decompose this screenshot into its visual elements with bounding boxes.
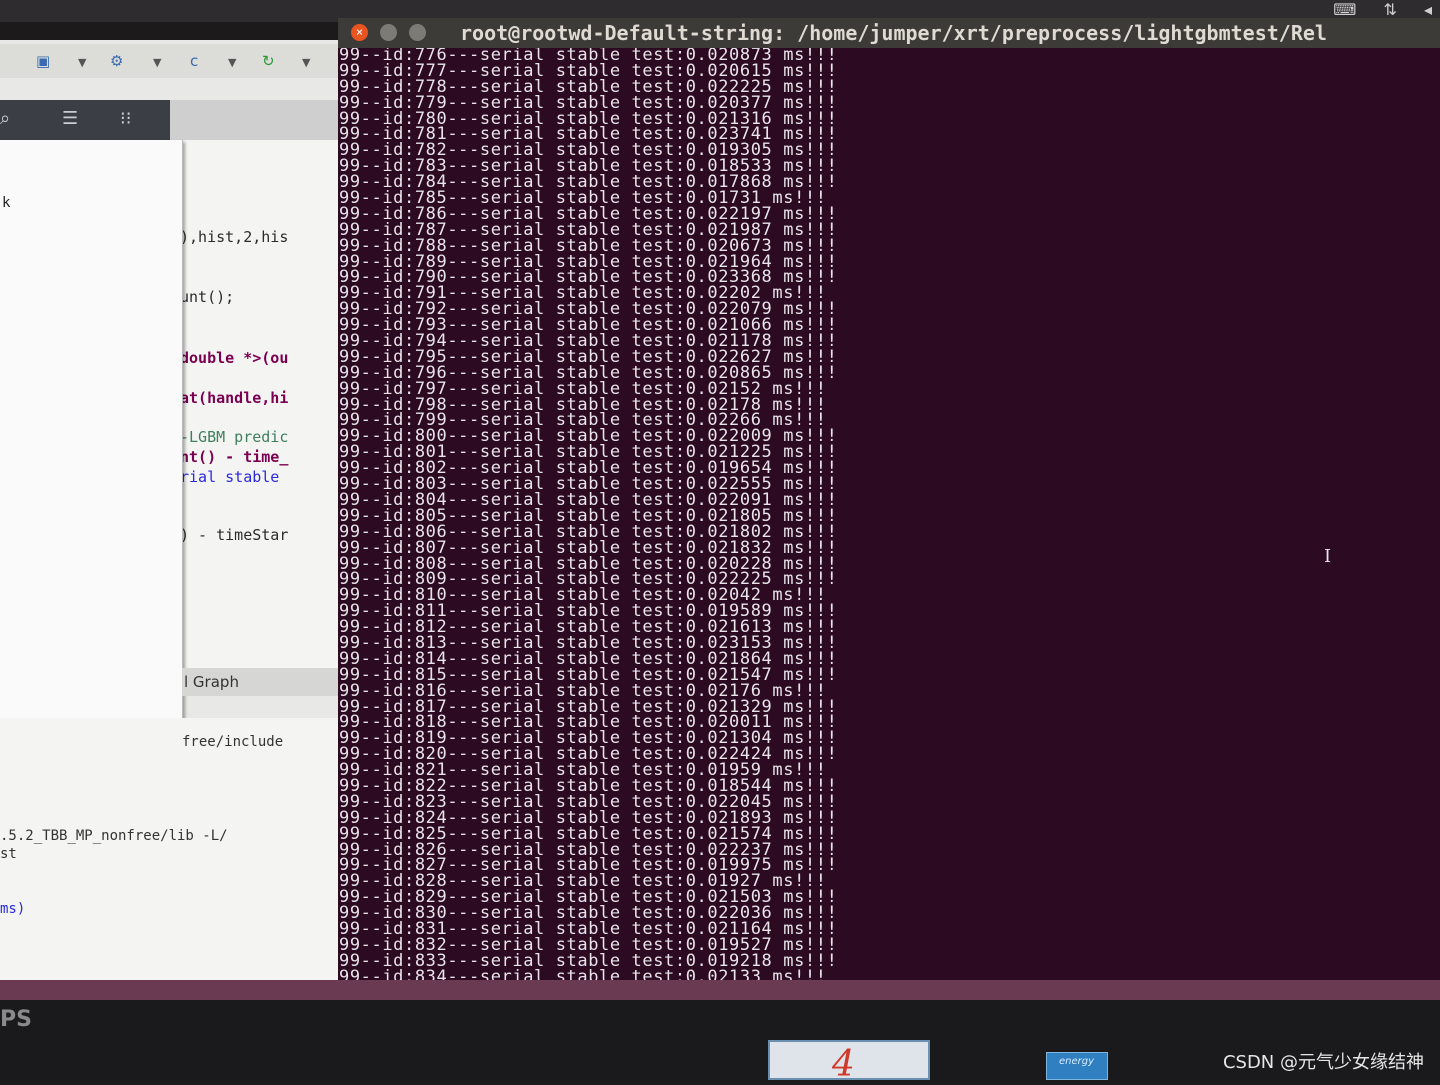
- close-button[interactable]: ×: [351, 24, 368, 41]
- popup-text: k: [2, 195, 11, 211]
- grid-icon[interactable]: ⁝⁝: [120, 108, 131, 129]
- code-line: ),hist,2,his: [180, 228, 289, 246]
- code-line: rial stable: [180, 468, 280, 486]
- code-line: double *>(ou: [180, 349, 289, 367]
- minimize-button[interactable]: [380, 24, 397, 41]
- terminal-window[interactable]: × root@rootwd-Default-string: /home/jump…: [338, 18, 1440, 986]
- keyboard-icon[interactable]: ⌨: [1333, 0, 1356, 19]
- code-line: nt() - time_: [180, 448, 289, 466]
- chevron-down-icon[interactable]: ▼: [78, 56, 86, 69]
- run-icon[interactable]: ↻: [262, 52, 275, 70]
- tab-call-graph[interactable]: l Graph: [182, 668, 345, 696]
- chevron-down-icon[interactable]: ▼: [228, 56, 236, 69]
- energy-star-logo: energy: [1046, 1052, 1108, 1080]
- build-icon[interactable]: ⚙: [110, 52, 123, 70]
- console-line: ms): [0, 901, 26, 917]
- terminal-title: root@rootwd-Default-string: /home/jumper…: [460, 21, 1327, 45]
- desktop-bottom-strip: [0, 980, 1440, 1000]
- code-line: at(handle,hi: [180, 389, 289, 407]
- sticker-number: 4: [832, 1044, 855, 1085]
- editor-tab-strip: [170, 100, 345, 140]
- code-line: -LGBM predic: [180, 428, 289, 446]
- console-line: st: [0, 846, 17, 862]
- search-icon[interactable]: ⌕: [0, 108, 10, 129]
- terminal-titlebar[interactable]: × root@rootwd-Default-string: /home/jump…: [338, 18, 1440, 48]
- network-icon[interactable]: ⇅: [1383, 0, 1396, 19]
- terminal-output[interactable]: 99--id:776---serial stable test:0.020873…: [338, 48, 1440, 986]
- ide-window: ▣ ▼ ⚙ ▼ c ▼ ↻ ▼ ⌕ ☰ ⁝⁝ ),hist,2,his unt(…: [0, 40, 345, 980]
- monitor-brand-logo: PS: [0, 1007, 32, 1032]
- watermark: CSDN @元气少女缘结神: [1222, 1052, 1424, 1073]
- chevron-down-icon[interactable]: ▼: [153, 56, 161, 69]
- tab-label: l Graph: [184, 673, 239, 691]
- code-line: unt();: [180, 288, 235, 306]
- console-line: free/include: [182, 734, 284, 750]
- outline-popup: k: [0, 140, 183, 805]
- list-icon[interactable]: ☰: [62, 108, 78, 129]
- new-class-icon[interactable]: c: [190, 52, 198, 70]
- code-editor[interactable]: ),hist,2,his unt(); double *>(ou at(hand…: [178, 140, 345, 670]
- number-sticker: 4: [768, 1040, 930, 1085]
- code-line: ) - timeStar: [180, 526, 289, 544]
- tray-extra-icon[interactable]: ◂: [1424, 0, 1432, 19]
- ide-console: free/include .5.2_TBB_MP_nonfree/lib -L/…: [0, 718, 345, 980]
- console-line: .5.2_TBB_MP_nonfree/lib -L/: [0, 828, 228, 844]
- energy-text: energy: [1059, 1056, 1095, 1067]
- ide-toolbar: ▣ ▼ ⚙ ▼ c ▼ ↻ ▼: [0, 44, 345, 78]
- text-cursor-icon: I: [1324, 546, 1332, 567]
- maximize-button[interactable]: [409, 24, 426, 41]
- chevron-down-icon[interactable]: ▼: [302, 56, 310, 69]
- outline-tabbar: ⌕ ☰ ⁝⁝: [0, 100, 170, 140]
- system-tray: ⌨ ⇅ ◂: [1311, 0, 1432, 19]
- new-project-icon[interactable]: ▣: [36, 52, 50, 70]
